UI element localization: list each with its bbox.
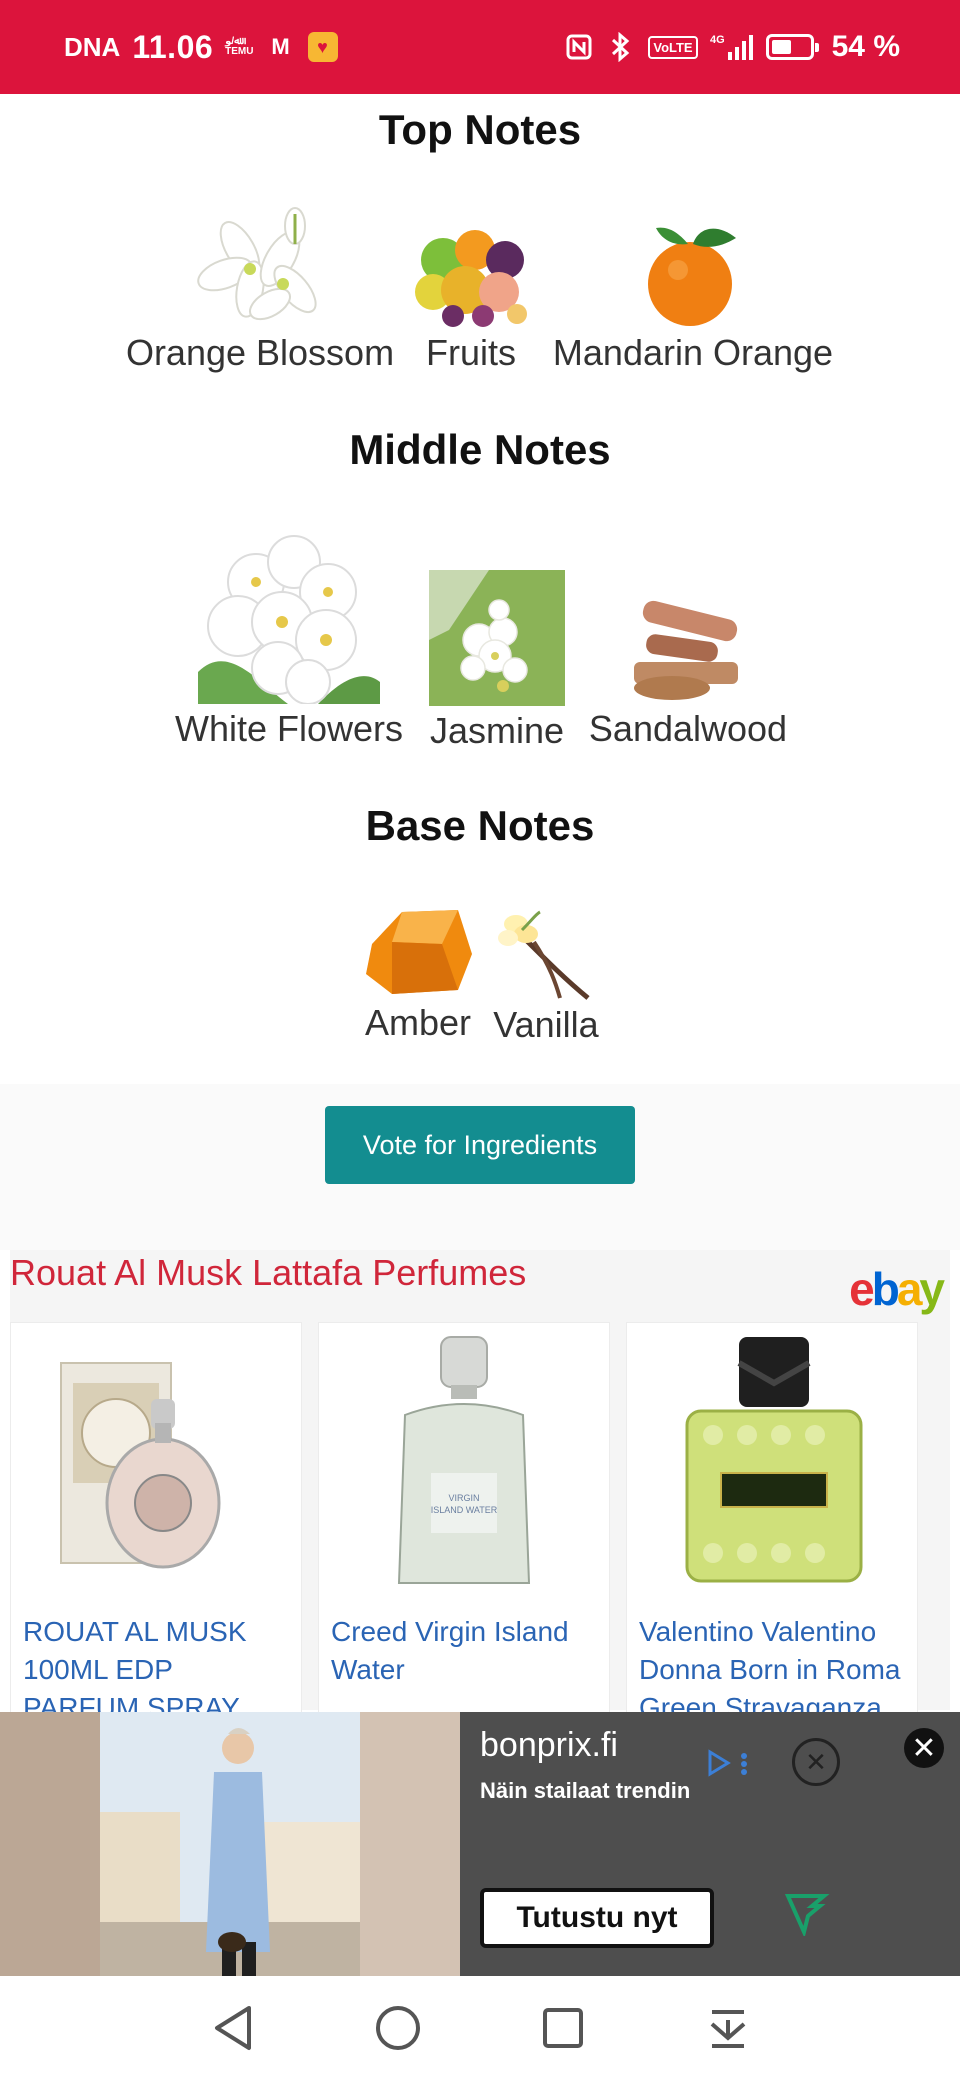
note-label: Orange Blossom xyxy=(125,332,395,373)
product-image-valentino xyxy=(627,1323,917,1595)
note-label: Vanilla xyxy=(493,1004,599,1045)
middle-notes-heading: Middle Notes xyxy=(349,426,611,473)
back-icon[interactable] xyxy=(203,1998,263,2058)
status-right: VoLTE 4G 54 % xyxy=(564,30,900,64)
note-label: Fruits xyxy=(426,332,516,373)
temu-notification-icon: ﷲ/ﻮ TEMU xyxy=(225,37,253,57)
ad-choices-icon[interactable] xyxy=(706,1748,752,1778)
ebay-logo-a: a xyxy=(896,1263,923,1315)
nfc-icon xyxy=(564,32,594,62)
product-title[interactable]: Valentino Valentino Donna Born in Roma G… xyxy=(639,1613,909,1727)
note-label: Sandalwood xyxy=(588,708,788,749)
heart-shield-icon: ♥ xyxy=(307,32,338,62)
note-jasmine[interactable]: Jasmine xyxy=(426,570,568,752)
product-card[interactable]: Valentino Valentino Donna Born in Roma G… xyxy=(626,1322,918,1723)
gmail-icon: M xyxy=(271,34,290,59)
note-orange-blossom[interactable]: Orange Blossom xyxy=(116,204,404,374)
status-left: DNA 11.06 ﷲ/ﻮ TEMU M ♥ xyxy=(64,29,338,66)
close-ad-icon[interactable]: ✕ xyxy=(904,1728,944,1768)
sandalwood-image xyxy=(634,600,738,700)
ebay-logo-b: b xyxy=(871,1263,900,1315)
battery-percent: 54 % xyxy=(831,30,900,63)
svg-text:ISLAND WATER: ISLAND WATER xyxy=(431,1505,498,1515)
product-card[interactable]: VIRGIN ISLAND WATER Creed Virgin Island … xyxy=(318,1322,610,1722)
product-card[interactable]: ROUAT AL MUSK 100ML EDP PARFUM SPRAY VON xyxy=(10,1322,302,1761)
ebay-widget-title[interactable]: Rouat Al Musk Lattafa Perfumes xyxy=(10,1252,526,1294)
note-label: White Flowers xyxy=(174,708,404,749)
ebay-logo-e: e xyxy=(849,1263,875,1315)
clock: 11.06 xyxy=(132,28,214,65)
white-flowers-image xyxy=(198,535,380,704)
ad-cta-button[interactable]: Tutustu nyt xyxy=(480,1888,714,1948)
vote-area: Vote for Ingredients xyxy=(0,1084,960,1250)
battery-icon xyxy=(765,34,819,60)
ad-banner[interactable]: bonprix.fi Näin stailaat trendin Tutustu… xyxy=(0,1712,960,1976)
vanilla-image xyxy=(498,910,590,1000)
note-white-flowers[interactable]: White Flowers xyxy=(164,522,414,750)
carrier-label: DNA xyxy=(64,31,121,62)
jasmine-image xyxy=(429,570,565,706)
home-icon[interactable] xyxy=(368,1998,428,2058)
base-notes-heading: Base Notes xyxy=(365,802,595,849)
status-bar: DNA 11.06 ﷲ/ﻮ TEMU M ♥ VoLTE 4G 54 % xyxy=(0,0,960,94)
note-fruits[interactable]: Fruits xyxy=(406,220,536,374)
note-label: Jasmine xyxy=(429,710,565,751)
product-image-creed: VIRGIN ISLAND WATER xyxy=(319,1323,609,1595)
notification-pulldown-icon[interactable] xyxy=(698,1998,758,2058)
volte-icon: VoLTE xyxy=(648,35,698,59)
ad-domain[interactable]: bonprix.fi xyxy=(480,1726,618,1765)
note-label: Amber xyxy=(364,1002,472,1043)
svg-text:VIRGIN: VIRGIN xyxy=(448,1493,479,1503)
orange-blossom-image xyxy=(197,207,317,321)
ebay-widget: Rouat Al Musk Lattafa Perfumes ebay ROUA… xyxy=(10,1250,950,1761)
recents-icon[interactable] xyxy=(533,1998,593,2058)
fruits-image xyxy=(415,230,527,327)
top-notes-heading: Top Notes xyxy=(378,106,582,153)
signal-icon: 4G xyxy=(710,32,754,62)
bluetooth-icon xyxy=(606,32,636,62)
ad-network-logo-icon xyxy=(784,1894,830,1936)
ebay-logo[interactable]: ebay xyxy=(849,1262,945,1316)
temu-mini-bottom: TEMU xyxy=(225,46,254,57)
ad-dismiss-icon[interactable]: ✕ xyxy=(792,1738,840,1786)
note-vanilla[interactable]: Vanilla xyxy=(486,910,606,1046)
system-navigation-bar xyxy=(0,1976,960,2080)
product-title[interactable]: Creed Virgin Island Water xyxy=(331,1613,601,1689)
ad-photo xyxy=(0,1712,460,1976)
mandarin-orange-image xyxy=(648,227,736,326)
svg-text:4G: 4G xyxy=(710,34,725,46)
ad-tagline: Näin stailaat trendin xyxy=(480,1778,691,1803)
ebay-logo-y: y xyxy=(919,1263,945,1315)
amber-image xyxy=(366,910,472,994)
vote-for-ingredients-button[interactable]: Vote for Ingredients xyxy=(325,1106,635,1184)
notes-pyramid: Top Notes Orange Blossom Fruits Mandarin… xyxy=(0,94,960,1084)
note-sandalwood[interactable]: Sandalwood xyxy=(580,592,796,750)
note-label: Mandarin Orange xyxy=(552,332,834,373)
note-amber[interactable]: Amber xyxy=(356,904,480,1044)
product-image-rouat-al-musk xyxy=(11,1323,301,1595)
note-mandarin-orange[interactable]: Mandarin Orange xyxy=(540,218,846,374)
